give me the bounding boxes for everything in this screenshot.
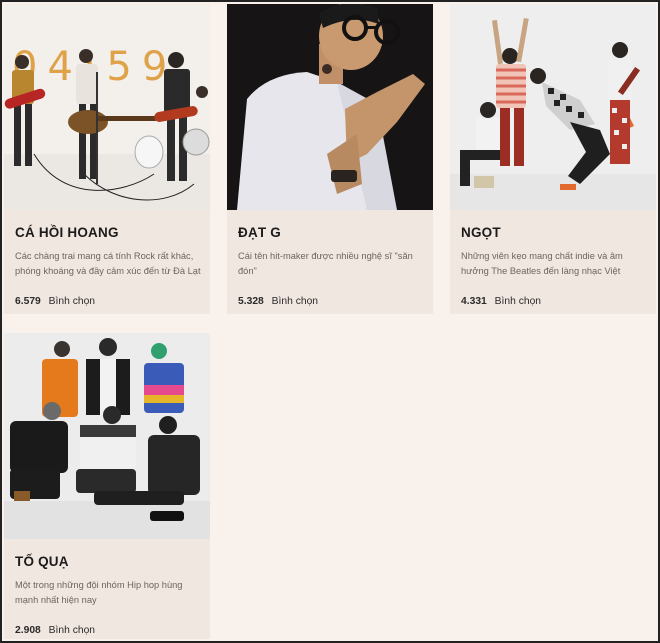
vote-label: Bình chọn <box>494 296 542 307</box>
artist-name: CÁ HỒI HOANG <box>15 225 119 240</box>
artist-photo[interactable]: 04:59 <box>4 4 210 210</box>
artist-card[interactable]: 04:59 <box>4 4 210 314</box>
artist-photo[interactable] <box>450 4 656 210</box>
artist-name: TỐ QUẠ <box>15 554 69 569</box>
vote-label: Bình chọn <box>48 296 96 307</box>
vote-count: 2.908 <box>15 625 41 636</box>
vote-label: Bình chọn <box>48 625 96 636</box>
vote-label: Bình chọn <box>271 296 319 307</box>
artist-card[interactable]: TỐ QUẠ Một trong những đội nhóm Hip hop … <box>4 333 210 639</box>
artist-card[interactable]: NGỌT Những viên kẹo mang chất indie và â… <box>450 4 656 314</box>
vote-count: 5.328 <box>238 296 264 307</box>
artist-description: Một trong những đội nhóm Hip hop hùng mạ… <box>15 580 183 605</box>
artist-description: Các chàng trai mang cá tính Rock rất khá… <box>15 251 201 276</box>
vote-row: 2.908 Bình chọn <box>15 625 95 636</box>
vote-row: 6.579 Bình chọn <box>15 296 95 307</box>
vote-row: 4.331 Bình chọn <box>461 296 541 307</box>
artist-photo[interactable] <box>4 333 210 539</box>
artist-name: NGỌT <box>461 225 501 240</box>
artist-description: Những viên kẹo mang chất indie và âm hưở… <box>461 251 623 276</box>
artist-description: Cái tên hit-maker được nhiều nghệ sĩ "să… <box>238 251 413 276</box>
vote-count: 6.579 <box>15 296 41 307</box>
artist-name: ĐẠT G <box>238 225 281 240</box>
vote-count: 4.331 <box>461 296 487 307</box>
artist-card[interactable]: ĐẠT G Cái tên hit-maker được nhiều nghệ … <box>227 4 433 314</box>
artist-photo[interactable] <box>227 4 433 210</box>
vote-row: 5.328 Bình chọn <box>238 296 318 307</box>
